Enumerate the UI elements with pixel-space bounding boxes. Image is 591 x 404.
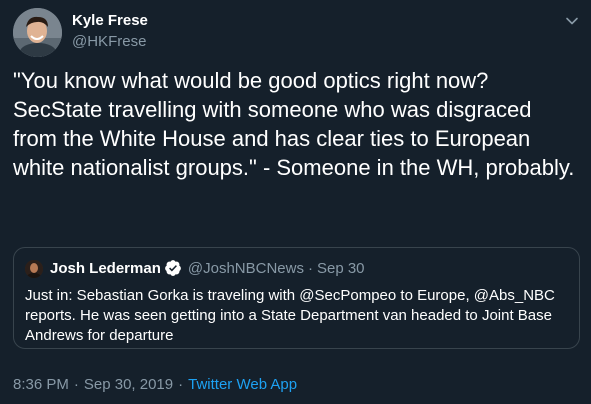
tweet-footer: 8:36 PM · Sep 30, 2019 · Twitter Web App	[13, 376, 297, 393]
footer-separator: ·	[178, 376, 184, 393]
quoted-author-avatar	[25, 260, 43, 278]
quoted-separator: ·	[307, 259, 313, 277]
quoted-tweet[interactable]: Josh Lederman @JoshNBCNews · Sep 30 Just…	[13, 247, 580, 349]
quoted-author-handle: @JoshNBCNews	[187, 259, 304, 277]
tweet-source-link[interactable]: Twitter Web App	[188, 376, 297, 393]
quoted-date: Sep 30	[316, 259, 365, 277]
author-avatar[interactable]	[13, 8, 62, 57]
verified-badge-icon	[164, 259, 182, 277]
quoted-header: Josh Lederman @JoshNBCNews · Sep 30	[50, 259, 365, 277]
author-handle[interactable]: @HKFrese	[72, 33, 146, 50]
tweet-date[interactable]: Sep 30, 2019	[84, 376, 173, 393]
tweet-text: "You know what would be good optics righ…	[13, 68, 575, 180]
quoted-author-name: Josh Lederman	[50, 259, 161, 277]
tweet-time[interactable]: 8:36 PM	[13, 376, 69, 393]
quoted-text: Just in: Sebastian Gorka is traveling wi…	[25, 287, 555, 344]
chevron-down-icon[interactable]	[565, 14, 579, 28]
author-name[interactable]: Kyle Frese	[72, 12, 148, 29]
tweet-card: Kyle Frese @HKFrese "You know what would…	[0, 0, 591, 404]
footer-separator: ·	[73, 376, 79, 393]
